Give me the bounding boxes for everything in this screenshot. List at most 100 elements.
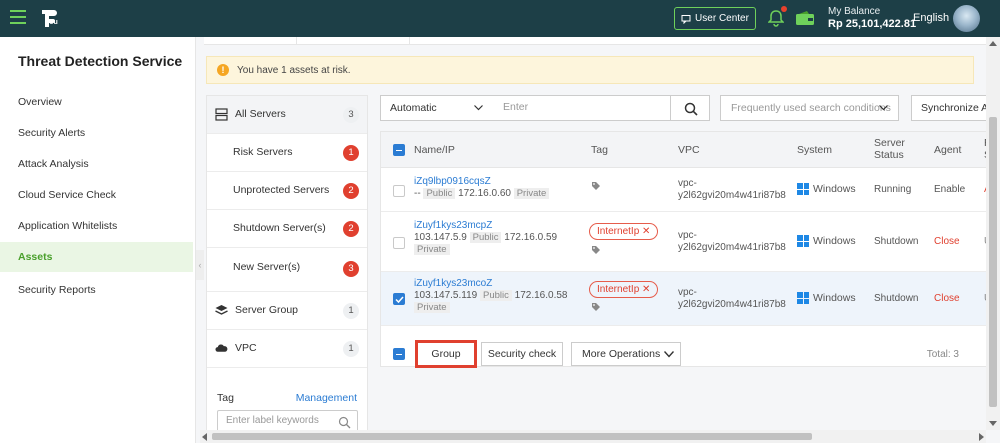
column-server-status-line1: Server: [874, 137, 905, 149]
sidebar-item-security-alerts[interactable]: Security Alerts: [0, 118, 193, 148]
column-agent[interactable]: Agent: [934, 144, 961, 156]
tag-icon[interactable]: [591, 245, 601, 255]
search-icon: [684, 102, 698, 116]
sidebar-collapse-toggle[interactable]: ‹: [196, 250, 204, 280]
risk-alert-banner: ! You have 1 assets at risk.: [206, 56, 974, 84]
public-ip-badge: Public: [469, 232, 502, 243]
row-checkbox[interactable]: [393, 185, 405, 197]
system-name: Windows: [813, 183, 856, 195]
servers-table: Name/IP Tag VPC System Server Status Agen…: [380, 131, 988, 368]
scroll-up-icon[interactable]: [989, 41, 997, 46]
scroll-down-icon[interactable]: [989, 421, 997, 426]
select-all-checkbox-footer[interactable]: [393, 348, 405, 360]
group-vpc[interactable]: VPC 1: [207, 330, 367, 368]
group-unprotected-servers-count: 2: [343, 183, 359, 199]
scroll-right-icon[interactable]: [979, 433, 984, 441]
table-row[interactable]: iZq9lbp0916cqsZ -- Public 172.16.0.60 Pr…: [381, 168, 988, 212]
column-server-status[interactable]: Server Status: [874, 137, 905, 161]
avatar[interactable]: [953, 5, 980, 32]
notification-bell-icon[interactable]: [768, 9, 784, 27]
internetip-tag[interactable]: InternetIp ✕: [589, 223, 659, 240]
risk-alert-text: You have 1 assets at risk.: [237, 64, 351, 76]
user-center-button[interactable]: User Center: [674, 7, 756, 30]
sidebar-item-security-reports[interactable]: Security Reports: [0, 275, 193, 305]
warning-icon: !: [217, 64, 229, 76]
sidebar-item-assets[interactable]: Assets: [0, 242, 193, 272]
user-center-label: User Center: [695, 13, 749, 24]
sidebar-title: Threat Detection Service: [18, 53, 183, 69]
server-name-link[interactable]: iZuyf1kys23mcpZ: [414, 220, 557, 232]
public-ip: 103.147.5.9: [414, 232, 467, 243]
group-unprotected-servers[interactable]: Unprotected Servers 2: [207, 172, 367, 210]
tag-management-link[interactable]: Management: [296, 392, 357, 404]
vpc-id-line2: y2l62gvi20m4w41ri87b8: [678, 190, 786, 201]
group-server-group[interactable]: Server Group 1: [207, 292, 367, 330]
server-status: Shutdown: [874, 236, 919, 247]
search-box[interactable]: [495, 95, 671, 121]
tag-search-box[interactable]: [217, 410, 358, 430]
sidebar-item-cloud-service-check[interactable]: Cloud Service Check: [0, 180, 193, 210]
vpc-id-line2: y2l62gvi20m4w41ri87b8: [678, 299, 786, 310]
more-operations-button[interactable]: More Operations: [571, 342, 681, 366]
group-new-servers-label: New Server(s): [233, 261, 301, 273]
row-checkbox[interactable]: [393, 293, 405, 305]
search-button[interactable]: [670, 95, 710, 121]
server-name-link[interactable]: iZuyf1kys23mcoZ: [414, 278, 567, 290]
column-vpc[interactable]: VPC: [678, 144, 700, 156]
group-server-group-count: 1: [343, 303, 359, 319]
cloud-icon: [215, 344, 228, 352]
group-new-servers[interactable]: New Server(s) 3: [207, 248, 367, 292]
group-all-servers[interactable]: All Servers 3: [207, 96, 367, 134]
server-name-ip: iZuyf1kys23mcoZ 103.147.5.119 Public 172…: [414, 278, 567, 314]
system-name: Windows: [813, 235, 856, 247]
vpc-id[interactable]: vpc-y2l62gvi20m4w41ri87b8: [678, 287, 786, 311]
column-name-ip[interactable]: Name/IP: [414, 144, 455, 156]
synchronize-button[interactable]: Synchronize A: [911, 95, 988, 121]
sidebar-item-application-whitelists[interactable]: Application Whitelists: [0, 211, 193, 241]
close-icon[interactable]: ✕: [642, 284, 650, 295]
group-shutdown-servers[interactable]: Shutdown Server(s) 2: [207, 210, 367, 248]
server-name-ip: iZq9lbp0916cqsZ -- Public 172.16.0.60 Pr…: [414, 176, 550, 200]
wallet-icon[interactable]: [795, 10, 815, 26]
select-all-checkbox[interactable]: [393, 144, 405, 156]
tag-icon[interactable]: [591, 181, 601, 191]
filter-bar: Automatic Frequently used search conditi…: [380, 95, 988, 123]
table-row[interactable]: iZuyf1kys23mcpZ 103.147.5.9 Public 172.1…: [381, 212, 988, 272]
group-button[interactable]: Group: [415, 340, 477, 368]
sidebar-item-attack-analysis[interactable]: Attack Analysis: [0, 149, 193, 179]
sidebar: Threat Detection Service Overview Securi…: [0, 37, 196, 443]
internetip-tag[interactable]: InternetIp ✕: [589, 281, 659, 298]
horizontal-scrollbar[interactable]: [200, 430, 986, 443]
table-row[interactable]: iZuyf1kys23mcoZ 103.147.5.119 Public 172…: [381, 272, 988, 326]
group-all-servers-label: All Servers: [235, 108, 286, 120]
balance-display[interactable]: My Balance Rp 25,101,422.81: [828, 5, 916, 31]
scroll-left-icon[interactable]: [202, 433, 207, 441]
vpc-id-line1: vpc-: [678, 230, 697, 241]
private-ip-badge: Private: [414, 302, 450, 313]
language-selector[interactable]: English: [913, 12, 949, 24]
row-checkbox[interactable]: [393, 237, 405, 249]
sidebar-item-overview[interactable]: Overview: [0, 87, 193, 117]
vpc-id[interactable]: vpc-y2l62gvi20m4w41ri87b8: [678, 178, 786, 202]
chat-icon: [681, 14, 691, 24]
close-icon[interactable]: ✕: [642, 226, 650, 237]
frequent-conditions-select[interactable]: Frequently used search conditions: [720, 95, 899, 121]
search-icon[interactable]: [338, 416, 351, 429]
column-tag[interactable]: Tag: [591, 144, 608, 156]
server-name-link[interactable]: iZq9lbp0916cqsZ: [414, 176, 549, 188]
security-check-button[interactable]: Security check: [481, 342, 563, 366]
column-system[interactable]: System: [797, 144, 832, 156]
tag-search-input[interactable]: [226, 415, 331, 426]
vpc-id-line2: y2l62gvi20m4w41ri87b8: [678, 242, 786, 253]
vpc-id[interactable]: vpc-y2l62gvi20m4w41ri87b8: [678, 230, 786, 254]
menu-icon[interactable]: [10, 10, 26, 24]
horizontal-scroll-thumb[interactable]: [212, 433, 812, 440]
tag-icon[interactable]: [591, 302, 601, 312]
search-mode-select[interactable]: Automatic: [380, 95, 496, 121]
vertical-scrollbar[interactable]: [986, 37, 1000, 430]
group-risk-servers[interactable]: Risk Servers 1: [207, 134, 367, 172]
search-input[interactable]: [503, 101, 663, 113]
brand-logo-text: flou: [45, 19, 58, 26]
tab-secondary[interactable]: [296, 37, 410, 45]
vertical-scroll-thumb[interactable]: [989, 117, 997, 407]
